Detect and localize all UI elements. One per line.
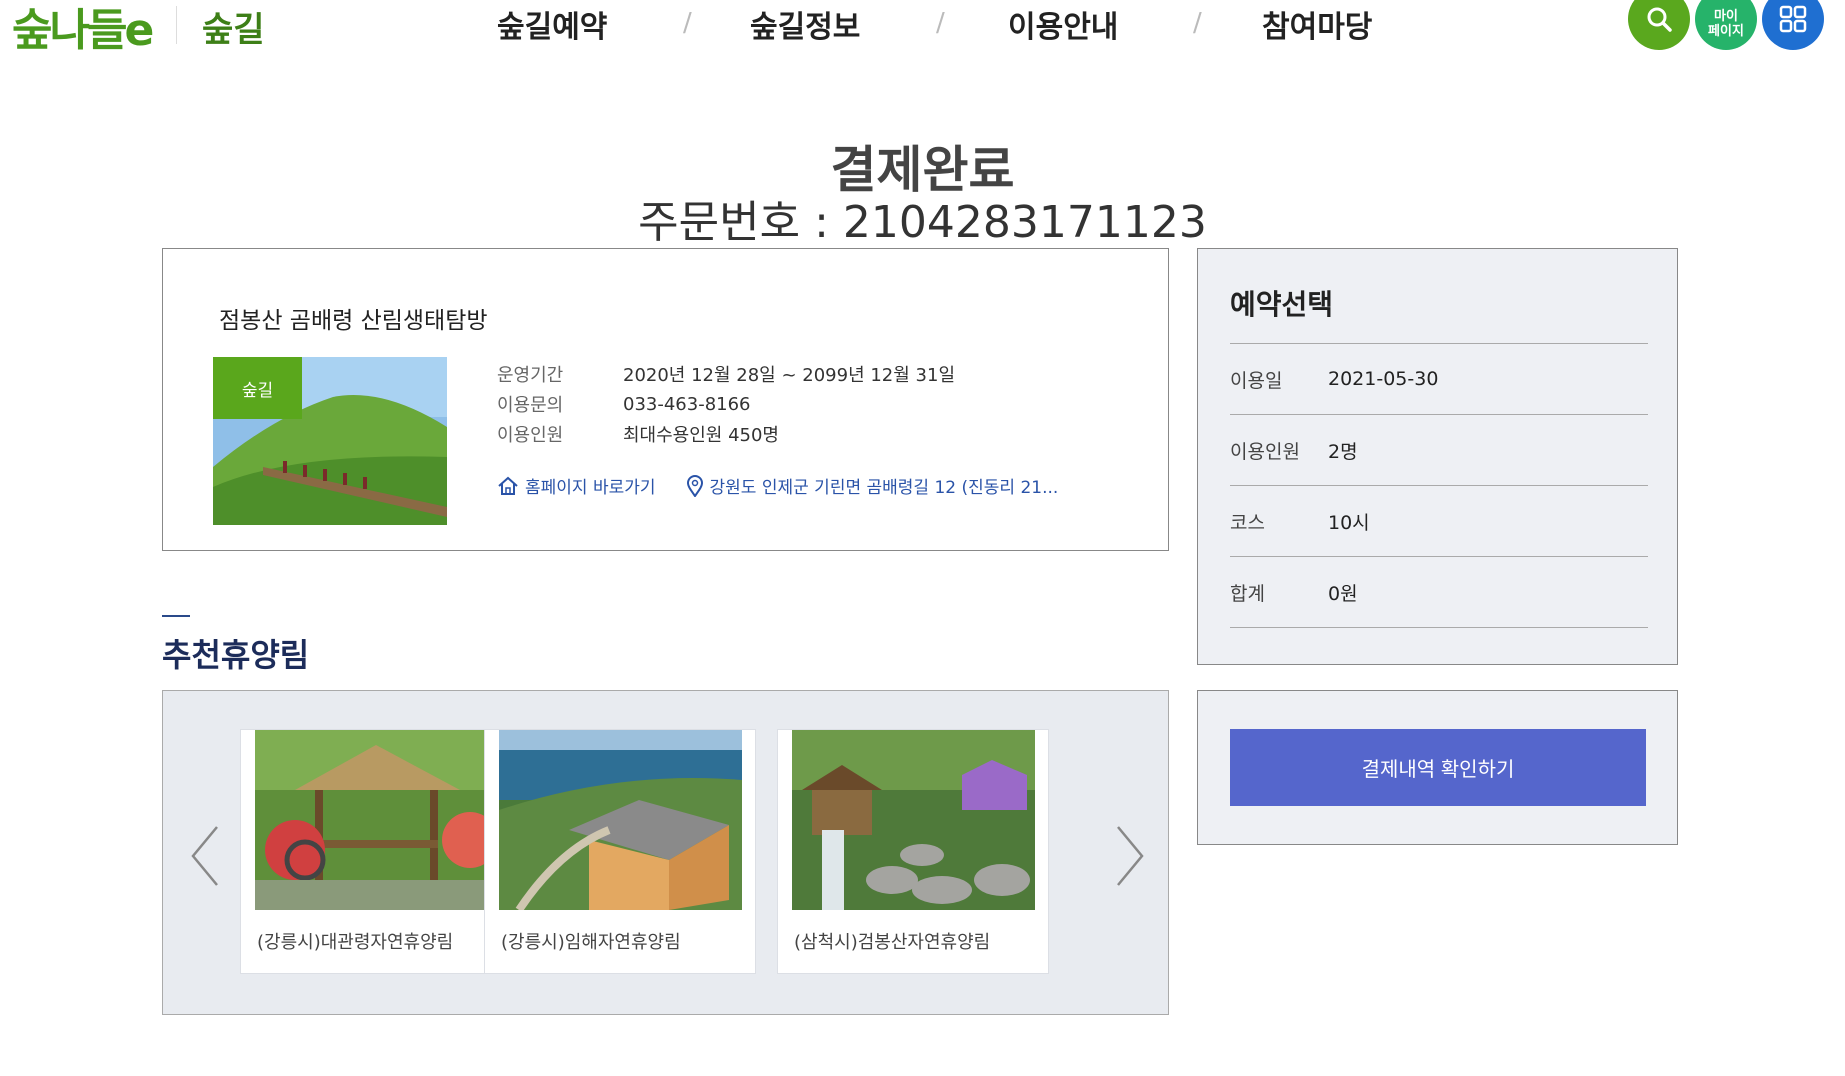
product-info: 운영기간 2020년 12월 28일 ~ 2099년 12월 31일 이용문의 03…: [497, 359, 955, 449]
recommend-image: [792, 730, 1035, 910]
homepage-link-label: 홈페이지 바로가기: [525, 478, 656, 498]
search-button[interactable]: [1628, 0, 1690, 50]
nav-separator: /: [683, 8, 692, 38]
search-icon: [1647, 7, 1672, 32]
category-badge: 숲길: [213, 357, 302, 419]
product-photo: 숲길: [213, 357, 447, 525]
reservation-value: 10시: [1328, 511, 1370, 534]
reservation-label: 코스: [1230, 511, 1265, 534]
recommend-card[interactable]: (강릉시)대관령자연휴양림: [240, 729, 512, 974]
recommend-card[interactable]: (강릉시)임해자연휴양림: [484, 729, 756, 974]
info-row: 운영기간 2020년 12월 28일 ~ 2099년 12월 31일: [497, 359, 955, 389]
info-row: 이용문의 033-463-8166: [497, 389, 955, 419]
homepage-link[interactable]: 홈페이지 바로가기: [497, 473, 656, 498]
reservation-label: 이용일: [1230, 369, 1283, 392]
recommend-title: 추천휴양림: [162, 636, 310, 674]
order-number: 주문번호 : 2104283171123: [0, 186, 1845, 250]
address-link[interactable]: 강원도 인제군 기린면 곰배령길 12 (진동리 21...: [686, 473, 1059, 498]
product-name: 점봉산 곰배령 산림생태탐방: [219, 308, 488, 334]
chevron-left-icon[interactable]: [185, 821, 225, 891]
product-links: 홈페이지 바로가기 강원도 인제군 기린면 곰배령길 12 (진동리 21...: [497, 473, 1088, 498]
order-number-value: 2104283171123: [842, 197, 1207, 248]
recommend-name: (강릉시)임해자연휴양림: [501, 932, 681, 953]
mypage-button[interactable]: 마이 페이지: [1695, 0, 1757, 50]
nav-item-info[interactable]: 숲길정보: [750, 2, 860, 46]
reservation-title: 예약선택: [1230, 288, 1334, 321]
home-icon: [498, 476, 518, 495]
header-divider: [176, 6, 177, 44]
reservation-list: 이용일 2021-05-30 이용인원 2명 코스 10시 합계 0원: [1230, 343, 1648, 628]
reservation-row-total: 합계 0원: [1230, 557, 1648, 628]
site-header: 숲나들e 숲길 숲길예약 / 숲길정보 / 이용안내 / 참여마당 마이 페이지: [0, 0, 1845, 60]
grid-menu-icon: [1779, 5, 1807, 33]
payment-history-button[interactable]: 결제내역 확인하기: [1230, 729, 1646, 806]
info-row: 이용인원 최대수용인원 450명: [497, 419, 955, 449]
recommend-image: [255, 730, 498, 910]
section-name[interactable]: 숲길: [202, 2, 265, 51]
recommend-name: (강릉시)대관령자연휴양림: [257, 932, 454, 953]
reservation-label: 합계: [1230, 582, 1265, 605]
map-pin-icon: [686, 474, 703, 497]
recommend-image: [499, 730, 742, 910]
nav-separator: /: [1193, 8, 1202, 38]
info-value: 033-463-8166: [623, 393, 751, 415]
reservation-value: 2명: [1328, 440, 1358, 463]
recommend-name: (삼척시)검봉산자연휴양림: [794, 932, 991, 953]
info-label: 운영기간: [497, 365, 564, 386]
reservation-row-course: 코스 10시: [1230, 486, 1648, 557]
nav-item-community[interactable]: 참여마당: [1262, 2, 1372, 46]
nav-item-reservation[interactable]: 숲길예약: [497, 2, 607, 46]
order-number-label: 주문번호 :: [638, 197, 843, 248]
reservation-value: 2021-05-30: [1328, 368, 1439, 390]
logo-text: 숲나들e: [12, 5, 154, 56]
info-value: 최대수용인원 450명: [623, 425, 779, 446]
site-logo[interactable]: 숲나들e: [12, 0, 154, 56]
confirm-panel: 결제내역 확인하기: [1197, 690, 1678, 845]
nav-item-guide[interactable]: 이용안내: [1008, 2, 1118, 46]
reservation-row-date: 이용일 2021-05-30: [1230, 344, 1648, 415]
section-accent: [162, 615, 190, 617]
menu-button[interactable]: [1762, 0, 1824, 50]
reservation-label: 이용인원: [1230, 440, 1300, 463]
address-label: 강원도 인제군 기린면 곰배령길 12 (진동리 21...: [709, 478, 1059, 498]
mypage-label-line1: 마이: [1714, 9, 1738, 24]
info-label: 이용인원: [497, 425, 564, 446]
reservation-value: 0원: [1328, 582, 1358, 605]
product-card: 점봉산 곰배령 산림생태탐방 숲길 운영기간 2020년 12월 28일 ~ 20…: [162, 248, 1169, 551]
reservation-summary: 예약선택 이용일 2021-05-30 이용인원 2명 코스 10시 합계 0원: [1197, 248, 1678, 665]
nav-separator: /: [936, 8, 945, 38]
recommend-card[interactable]: (삼척시)검봉산자연휴양림: [777, 729, 1049, 974]
reservation-row-people: 이용인원 2명: [1230, 415, 1648, 486]
info-value: 2020년 12월 28일 ~ 2099년 12월 31일: [623, 365, 956, 386]
info-label: 이용문의: [497, 395, 564, 416]
mypage-label-line2: 페이지: [1708, 24, 1744, 39]
recommend-carousel: (강릉시)대관령자연휴양림 (강릉시)임해자연휴양림 (삼척시)검봉산자연휴양림: [162, 690, 1169, 1015]
chevron-right-icon[interactable]: [1110, 821, 1150, 891]
